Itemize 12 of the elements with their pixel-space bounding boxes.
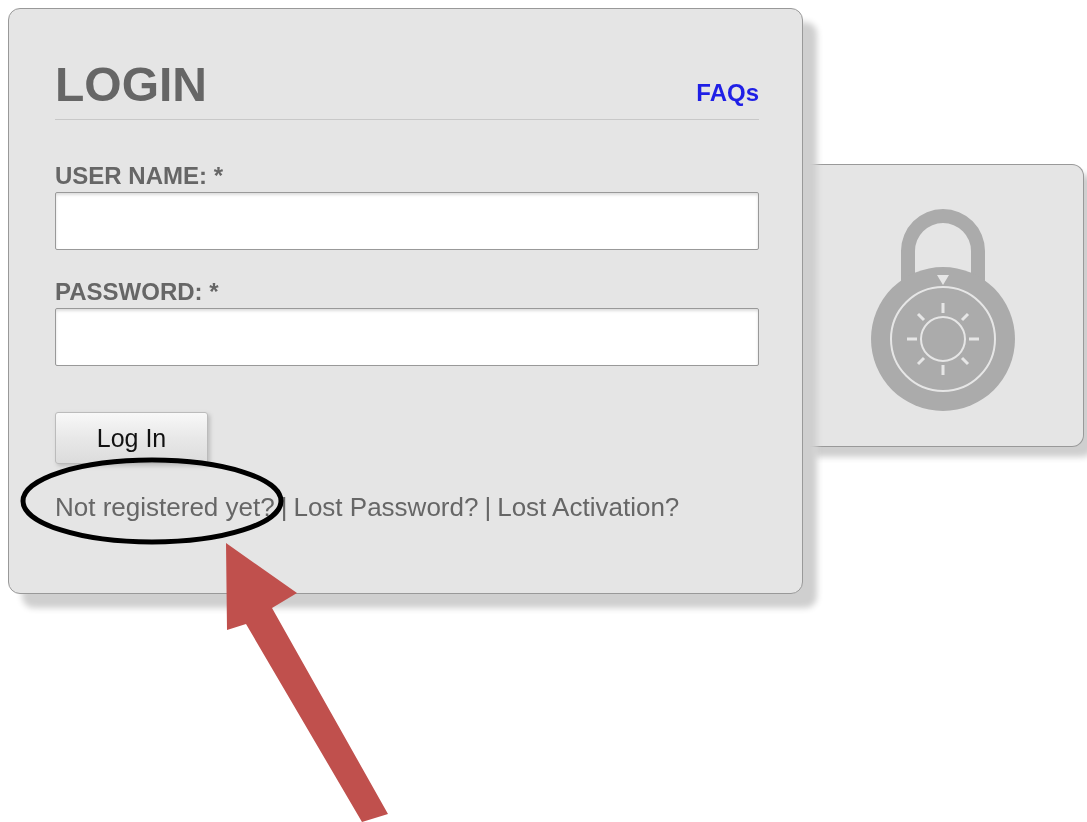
login-title: LOGIN	[55, 59, 207, 111]
input-field[interactable]	[55, 192, 759, 250]
footer-link[interactable]: Lost Password?	[293, 492, 479, 523]
login-button[interactable]: Log In	[55, 412, 208, 464]
footer-link[interactable]: Not registered yet?	[55, 492, 275, 523]
field-label: USER NAME: *	[55, 164, 223, 188]
input-field[interactable]	[55, 308, 759, 366]
faqs-link[interactable]: FAQs	[696, 79, 759, 107]
separator: |	[280, 492, 288, 523]
field-label: PASSWORD: *	[55, 280, 219, 304]
separator: |	[484, 492, 492, 523]
footer-link[interactable]: Lost Activation?	[497, 492, 680, 523]
